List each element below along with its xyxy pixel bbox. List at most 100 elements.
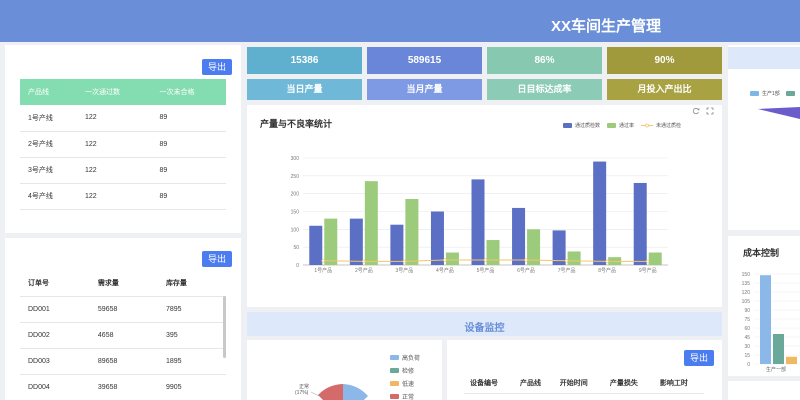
line-point — [362, 259, 366, 264]
bar-通过率 — [486, 240, 500, 265]
y-tick-label: 200 — [291, 192, 300, 198]
y-tick-label: 0 — [296, 263, 299, 269]
kpi-daily-target-label: 日目标达成率 — [487, 79, 602, 100]
y-tick-label: 15 — [744, 353, 750, 359]
order-table: 订单号 需求量 库存量 DD001 59658 7895 DD002 4658 395 … — [20, 270, 226, 400]
equipment-header: 设备监控 — [247, 312, 722, 336]
y-tick-label: 250 — [291, 174, 300, 180]
bar-通过质检数 — [430, 211, 444, 265]
column-header[interactable]: 一次未合格 — [151, 79, 226, 105]
y-tick-label: 0 — [747, 362, 750, 368]
equipment-status-panel: 高负荷 检修 低速 正常 正常 (17%) — [247, 340, 442, 400]
x-tick-label: 8号产品 — [598, 267, 616, 274]
department-legend: 生产1部 — [750, 90, 795, 97]
kpi-monthly-ratio: 90% — [607, 47, 722, 74]
export-button[interactable]: 导出 — [202, 251, 232, 267]
y-tick-label: 300 — [291, 156, 300, 162]
bar-通过率 — [405, 199, 419, 265]
x-tick-label: 1号产品 — [314, 267, 332, 274]
equipment-table-panel: 导出 设备编号 产品线 开始时间 产量损失 影响工时 — [447, 340, 722, 400]
x-tick-label: 6号产品 — [517, 267, 535, 274]
cost-chart: 0 15 30 45 60 75 90 105 120 135 150 — [742, 272, 800, 368]
kpi-monthly-ratio-label: 月投入产出比 — [607, 79, 722, 100]
y-tick-label: 150 — [742, 272, 751, 278]
export-button[interactable]: 导出 — [684, 350, 714, 366]
x-tick-label: 4号产品 — [436, 267, 454, 274]
table-row[interactable]: 4号产线 122 89 — [20, 183, 226, 210]
y-tick-label: 135 — [742, 281, 751, 287]
table-row[interactable]: 3号产线 122 89 — [20, 157, 226, 184]
y-tick-label: 105 — [742, 299, 751, 305]
bar-通过率 — [324, 218, 338, 265]
bar-通过率 — [364, 181, 378, 265]
kpi-daily-output: 15386 — [247, 47, 362, 74]
equipment-pie — [310, 384, 368, 400]
cost-bar — [760, 275, 771, 364]
department-chart-fragment — [758, 107, 800, 119]
column-header[interactable]: 产量损失 — [603, 373, 654, 394]
table-row[interactable]: DD004 39658 9905 — [20, 374, 226, 400]
table-row[interactable]: 1号产线 122 89 — [20, 105, 226, 132]
line-point — [483, 258, 488, 262]
bar-通过率 — [648, 252, 662, 265]
page-title: XX车间生产管理 — [551, 18, 662, 35]
bar-通过质检数 — [633, 182, 647, 265]
y-tick-label: 100 — [291, 227, 300, 233]
column-header[interactable]: 需求量 — [89, 270, 158, 297]
line-point — [605, 259, 609, 264]
line-point — [564, 258, 569, 263]
app-header: XX车间生产管理 — [0, 0, 800, 42]
bar-通过质检数 — [471, 179, 485, 265]
x-tick-label: 2号产品 — [355, 267, 373, 274]
y-tick-label: 75 — [744, 317, 750, 323]
kpi-monthly-output-label: 当月产量 — [367, 79, 482, 100]
y-tick-label: 50 — [293, 245, 299, 251]
table-row[interactable]: DD002 4658 395 — [20, 322, 226, 349]
department-panel: 生产1部 — [728, 45, 800, 230]
table-row[interactable]: 2号产线 122 89 — [20, 131, 226, 158]
column-header[interactable]: 产品线 — [20, 79, 77, 105]
column-header[interactable]: 开始时间 — [553, 373, 604, 394]
column-header[interactable]: 设备编号 — [464, 373, 515, 394]
cost-xlabel: 生产一部 — [766, 367, 787, 373]
table-scrollbar[interactable] — [223, 296, 226, 358]
bar-通过质检数 — [390, 224, 404, 265]
bar-通过质检数 — [309, 225, 323, 265]
bar-通过质检数 — [349, 218, 363, 265]
table-row[interactable]: DD003 89658 1895 — [20, 348, 226, 375]
cost-bar — [773, 334, 784, 364]
x-tick-label: 9号产品 — [639, 267, 657, 274]
panel-header-bar — [728, 47, 800, 69]
production-line-panel: 导出 产品线 一次通过数 一次未合格 1号产线 122 89 2号产线 122 89 3… — [5, 45, 241, 233]
column-header[interactable]: 产品线 — [514, 373, 554, 394]
kpi-monthly-output: 589615 — [367, 47, 482, 74]
y-tick-label: 45 — [744, 335, 750, 341]
line-point — [443, 258, 447, 262]
column-header[interactable]: 库存量 — [157, 270, 226, 297]
production-chart-panel: 产量与不良率统计 通过质检数 通过率 未通过质检 0 50 100 150 200 250… — [247, 105, 722, 307]
y-tick-label: 60 — [744, 326, 750, 332]
y-tick-label: 150 — [291, 210, 300, 216]
line-point — [321, 258, 326, 263]
right-bottom-panel — [728, 381, 800, 400]
column-header[interactable]: 影响工时 — [653, 373, 704, 394]
bar-通过质检数 — [593, 161, 607, 265]
column-header[interactable]: 一次通过数 — [77, 79, 152, 105]
line-point — [524, 258, 528, 262]
legend-label[interactable]: 生产1部 — [762, 90, 780, 97]
bar-通过率 — [567, 251, 581, 265]
legend-swatch — [750, 91, 759, 96]
x-tick-label: 5号产品 — [477, 267, 495, 274]
equipment-title: 设备监控 — [464, 323, 505, 334]
cost-bar — [786, 356, 797, 364]
line-point — [645, 259, 650, 264]
x-tick-label: 3号产品 — [395, 267, 413, 274]
column-header[interactable]: 订单号 — [20, 270, 90, 297]
y-tick-label: 120 — [742, 290, 751, 296]
table-row[interactable]: DD001 59658 7895 — [20, 296, 226, 323]
kpi-daily-target: 86% — [487, 47, 602, 74]
order-panel: 导出 订单号 需求量 库存量 DD001 59658 7895 DD002 4658 3… — [5, 238, 241, 400]
export-button[interactable]: 导出 — [202, 59, 232, 75]
legend-swatch — [785, 91, 795, 96]
equipment-table: 设备编号 产品线 开始时间 产量损失 影响工时 — [464, 373, 704, 394]
